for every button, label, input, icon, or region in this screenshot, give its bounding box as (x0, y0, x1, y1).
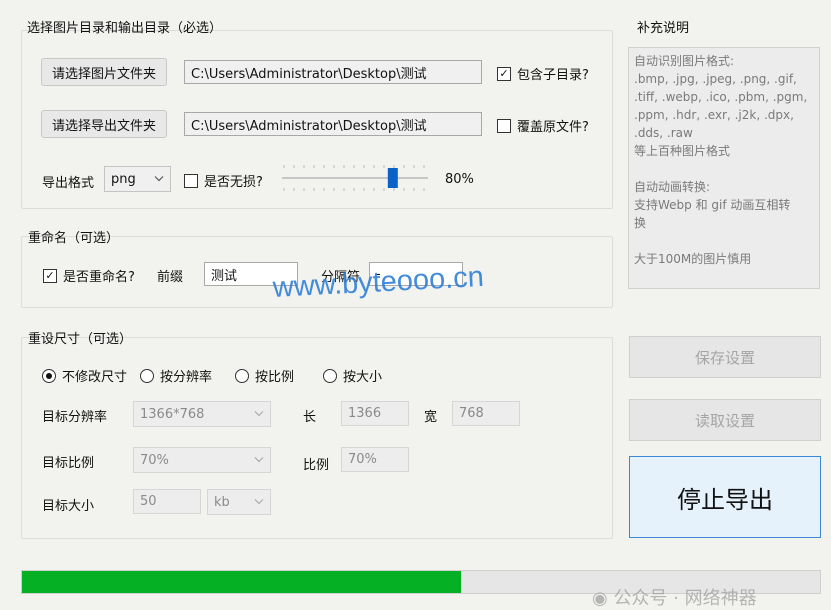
target-ratio-label: 目标比例 (42, 456, 95, 471)
overwrite-label: 覆盖原文件? (517, 120, 589, 135)
export-format-value: png (111, 171, 136, 187)
target-size-input[interactable]: 50 (133, 489, 201, 514)
width-input[interactable]: 768 (452, 401, 520, 426)
ratio-field-label: 比例 (303, 458, 330, 473)
export-folder-path-field[interactable]: C:\Users\Administrator\Desktop\测试 (184, 112, 482, 136)
choose-image-folder-button[interactable]: 请选择图片文件夹 (41, 58, 167, 86)
radio-by-ratio-circle[interactable] (235, 368, 249, 383)
target-resolution-value: 1366*768 (140, 406, 205, 422)
save-settings-button[interactable]: 保存设置 (629, 336, 821, 378)
notes-title: 补充说明 (637, 21, 690, 36)
target-ratio-select[interactable]: 70% (133, 447, 271, 473)
wechat-icon: ◉ (592, 588, 614, 609)
width-label: 宽 (424, 410, 438, 425)
radio-no-resize[interactable]: 不修改尺寸 (42, 366, 127, 385)
lossless-box[interactable] (184, 173, 198, 188)
size-unit-value: kb (214, 494, 230, 510)
rename-group-title: 重命名（可选） (28, 231, 120, 246)
choose-export-folder-button[interactable]: 请选择导出文件夹 (41, 110, 167, 138)
footer-watermark-text: 公众号 · 网络神器 (613, 588, 757, 609)
lossless-label: 是否无损? (204, 175, 263, 190)
rename-label: 是否重命名? (63, 270, 135, 285)
rename-checkbox[interactable]: ✓ 是否重命名? (43, 266, 135, 285)
radio-by-resolution-circle[interactable] (140, 368, 154, 383)
quality-value-text: 80% (445, 172, 474, 187)
chevron-down-icon (254, 457, 264, 463)
length-label: 长 (303, 410, 317, 425)
chevron-down-icon (154, 176, 164, 182)
radio-by-resolution[interactable]: 按分辨率 (140, 366, 212, 385)
radio-by-ratio-label: 按比例 (255, 370, 295, 385)
quality-slider[interactable] (280, 156, 434, 200)
overwrite-checkbox[interactable]: 覆盖原文件? (497, 116, 589, 135)
load-settings-button[interactable]: 读取设置 (629, 399, 821, 441)
radio-no-resize-circle[interactable] (42, 368, 56, 383)
target-resolution-label: 目标分辨率 (42, 410, 108, 425)
footer-watermark: ◉ 公众号 · 网络神器 (592, 584, 757, 610)
overwrite-box[interactable] (497, 118, 511, 133)
export-format-label: 导出格式 (42, 176, 95, 191)
include-subdirs-label: 包含子目录? (517, 68, 589, 83)
radio-by-size[interactable]: 按大小 (323, 366, 382, 385)
include-subdirs-checkbox[interactable]: ✓ 包含子目录? (497, 64, 589, 83)
quality-slider-thumb[interactable] (387, 168, 398, 188)
rename-box[interactable]: ✓ (43, 268, 57, 283)
length-input[interactable]: 1366 (341, 401, 409, 426)
progress-fill (22, 571, 461, 593)
target-size-label: 目标大小 (42, 499, 95, 514)
size-unit-select[interactable]: kb (207, 489, 271, 515)
target-resolution-select[interactable]: 1366*768 (133, 401, 271, 427)
notes-panel: 自动识别图片格式: .bmp, .jpg, .jpeg, .png, .gif,… (628, 47, 820, 289)
resize-group-title: 重设尺寸（可选） (28, 332, 133, 347)
radio-no-resize-label: 不修改尺寸 (62, 370, 128, 385)
radio-by-ratio[interactable]: 按比例 (235, 366, 294, 385)
radio-by-size-label: 按大小 (343, 370, 383, 385)
radio-by-size-circle[interactable] (323, 368, 337, 383)
ratio-input[interactable]: 70% (341, 447, 409, 472)
dirs-group-title: 选择图片目录和输出目录（必选） (27, 21, 223, 36)
target-ratio-value: 70% (140, 452, 169, 468)
chevron-down-icon (254, 411, 264, 417)
image-folder-path-field[interactable]: C:\Users\Administrator\Desktop\测试 (184, 60, 482, 84)
lossless-checkbox[interactable]: 是否无损? (184, 171, 263, 190)
quality-slider-track[interactable] (280, 156, 434, 200)
export-format-select[interactable]: png (104, 166, 171, 192)
prefix-label: 前缀 (157, 270, 184, 285)
radio-by-resolution-label: 按分辨率 (160, 370, 213, 385)
include-subdirs-box[interactable]: ✓ (497, 66, 511, 81)
stop-export-button[interactable]: 停止导出 (629, 456, 821, 538)
chevron-down-icon (254, 499, 264, 505)
notes-text: 自动识别图片格式: .bmp, .jpg, .jpeg, .png, .gif,… (634, 54, 808, 266)
